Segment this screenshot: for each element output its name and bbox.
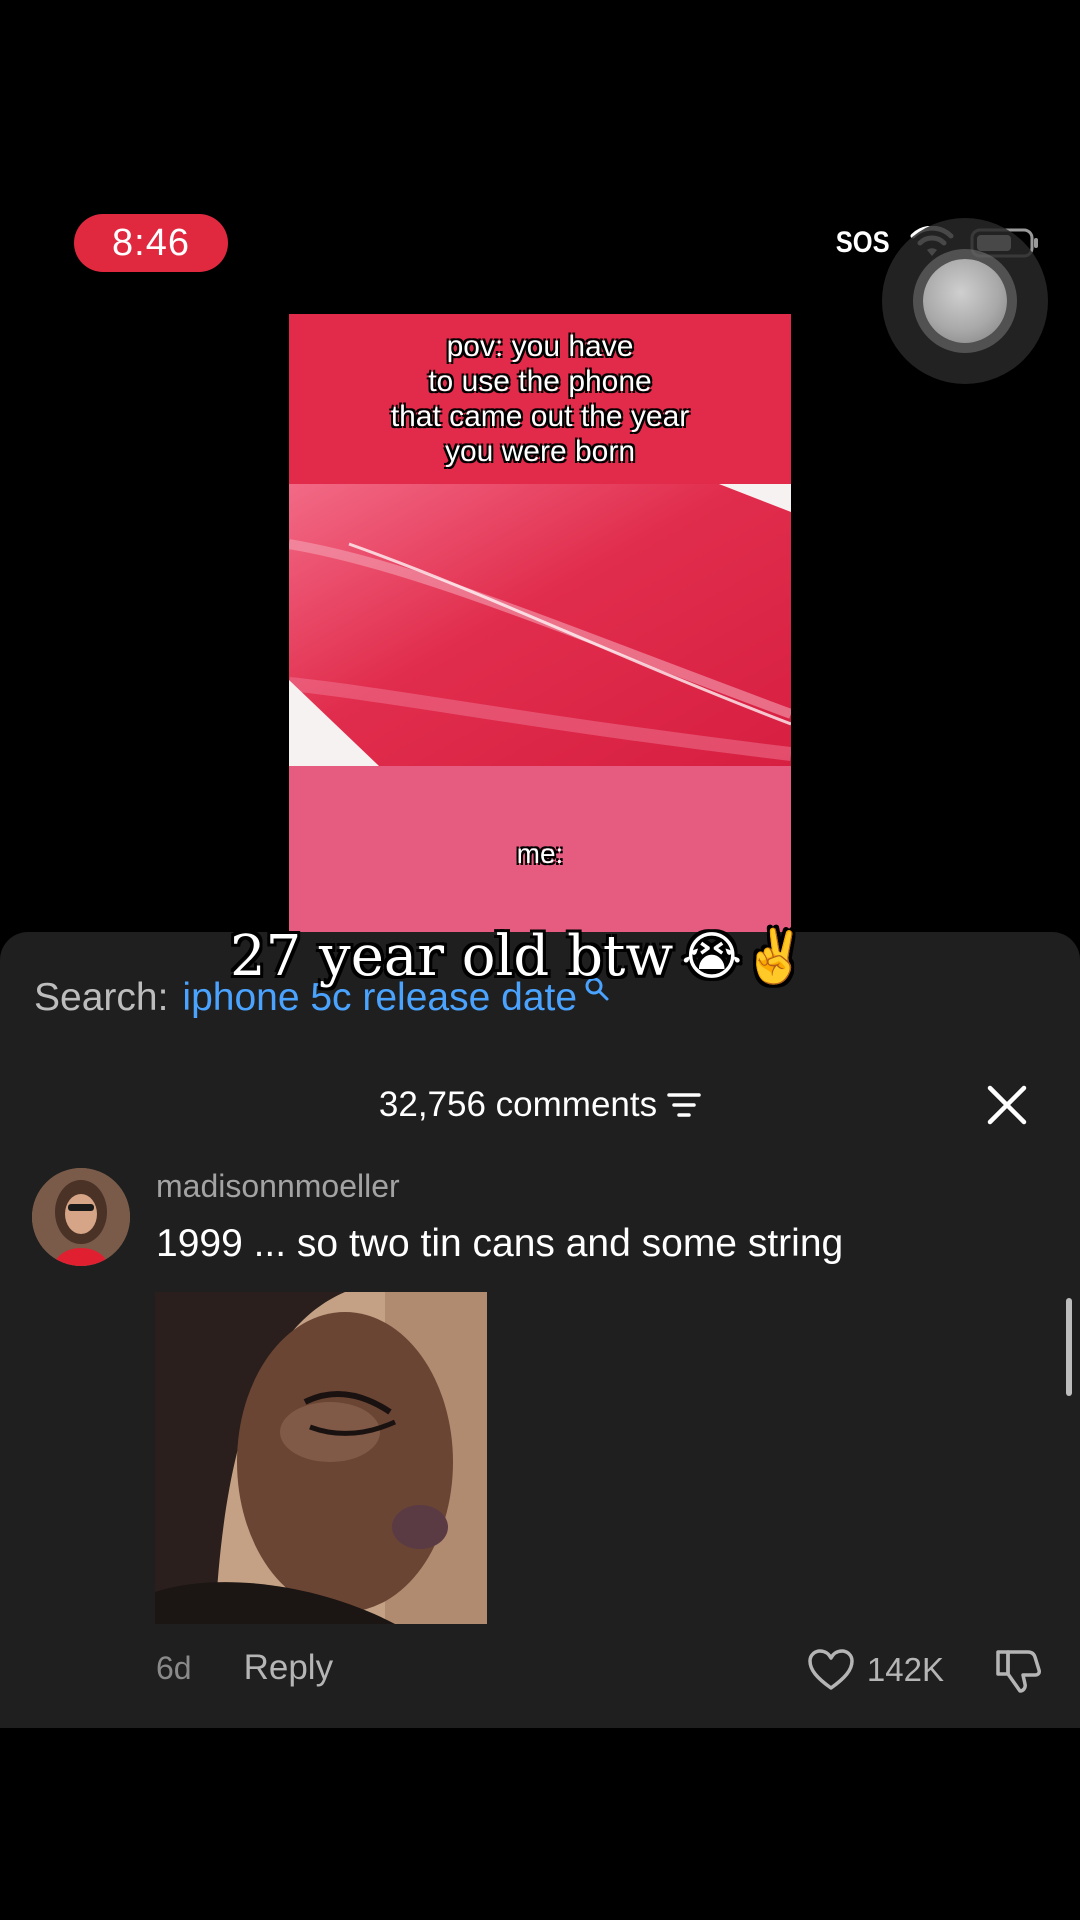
video-bottom-area: me:: [289, 766, 791, 932]
video-caption-top: pov: you have to use the phone that came…: [289, 314, 791, 484]
reply-button[interactable]: Reply: [244, 1648, 333, 1688]
search-prefix-label: Search:: [34, 976, 169, 1019]
sos-indicator: SOS: [835, 226, 890, 259]
pink-phone-closeup-image: [289, 484, 791, 766]
comment-meta: 6d Reply: [156, 1648, 333, 1688]
sort-filter-icon[interactable]: [667, 1090, 701, 1120]
status-time-text: 8:46: [112, 221, 190, 264]
video-overlay-text: 27 year old btw 😭✌️: [230, 924, 807, 989]
assistive-touch-knob: [923, 259, 1007, 343]
close-icon[interactable]: [984, 1082, 1030, 1128]
comments-header: 32,756 comments: [0, 1080, 1080, 1130]
avatar[interactable]: [32, 1168, 130, 1266]
video-caption-text: pov: you have to use the phone that came…: [390, 330, 690, 468]
like-count: 142K: [866, 1651, 944, 1688]
status-time[interactable]: 8:46: [74, 214, 228, 272]
scrollbar[interactable]: [1066, 1298, 1072, 1396]
overlay-emojis: 😭✌️: [681, 927, 807, 987]
heart-icon: [808, 1649, 854, 1690]
avatar-photo: [32, 1168, 130, 1266]
overlay-caption: 27 year old btw: [230, 924, 674, 989]
video-me-label: me:: [516, 838, 564, 869]
crying-woman-image: [155, 1292, 487, 1624]
like-button[interactable]: 142K: [807, 1648, 944, 1692]
comment-username[interactable]: madisonnmoeller: [156, 1168, 400, 1205]
video-player[interactable]: pov: you have to use the phone that came…: [289, 314, 791, 932]
assistive-touch-button[interactable]: [882, 218, 1048, 384]
dislike-icon[interactable]: [992, 1646, 1042, 1696]
comment-age: 6d: [156, 1649, 192, 1686]
comment-image[interactable]: [155, 1292, 487, 1624]
comments-count: 32,756 comments: [378, 1085, 658, 1124]
comment-text: 1999 ... so two tin cans and some string: [156, 1222, 844, 1265]
